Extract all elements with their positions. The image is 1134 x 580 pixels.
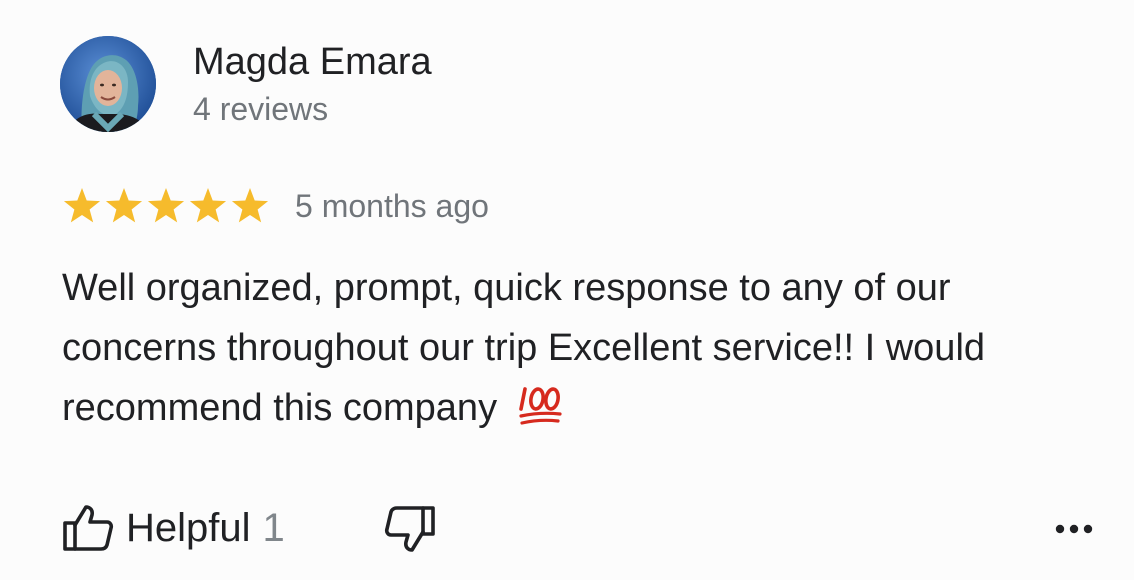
- helpful-label: Helpful: [126, 506, 251, 550]
- avatar[interactable]: [60, 36, 156, 132]
- more-options-button[interactable]: [1052, 514, 1096, 544]
- review-card: Magda Emara 4 reviews 5 months ago Well …: [0, 0, 1134, 580]
- star-icon: [147, 188, 185, 223]
- star-icon: [189, 188, 227, 223]
- not-helpful-button[interactable]: [384, 504, 436, 554]
- review-actions: Helpful 1: [62, 500, 1102, 556]
- author-review-count: 4 reviews: [193, 91, 329, 127]
- helpful-button[interactable]: Helpful 1: [62, 500, 285, 556]
- star-icon: [231, 188, 269, 223]
- thumbs-down-icon: [384, 506, 435, 552]
- author-name[interactable]: Magda Emara: [193, 40, 432, 84]
- star-rating: [62, 186, 270, 226]
- star-icon: [63, 188, 101, 223]
- review-timestamp: 5 months ago: [295, 188, 489, 224]
- more-horizontal-icon: [1055, 524, 1093, 534]
- hundred-points-emoji-icon: [516, 383, 564, 429]
- avatar-photo: [60, 36, 156, 132]
- thumbs-up-icon: [63, 505, 114, 551]
- review-text: Well organized, prompt, quick response t…: [62, 258, 1102, 438]
- star-icon: [105, 188, 143, 223]
- helpful-count: 1: [262, 506, 285, 550]
